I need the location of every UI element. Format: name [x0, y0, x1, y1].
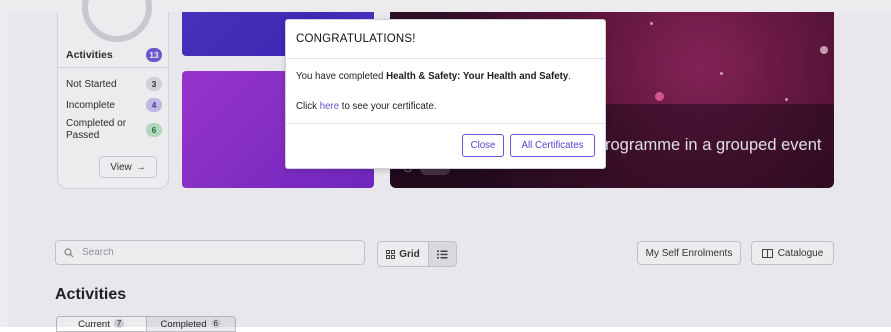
completed-course-name: Health & Safety: Your Health and Safety — [386, 71, 569, 82]
completion-message: You have completed Health & Safety: Your… — [296, 71, 595, 82]
modal-body: You have completed Health & Safety: Your… — [286, 59, 605, 112]
certificate-link[interactable]: here — [320, 101, 339, 112]
all-certificates-button[interactable]: All Certificates — [510, 134, 595, 157]
certificate-prefix: Click — [296, 101, 320, 112]
certificate-suffix: to see your certificate. — [339, 101, 437, 112]
completion-prefix: You have completed — [296, 71, 387, 82]
completion-suffix: . — [568, 71, 571, 82]
modal-footer: Close All Certificates — [286, 123, 605, 168]
congratulations-modal: CONGRATULATIONS! You have completed Heal… — [285, 19, 606, 169]
certificate-message: Click here to see your certificate. — [296, 101, 595, 112]
modal-title: CONGRATULATIONS! — [286, 20, 605, 59]
close-button[interactable]: Close — [462, 134, 504, 157]
